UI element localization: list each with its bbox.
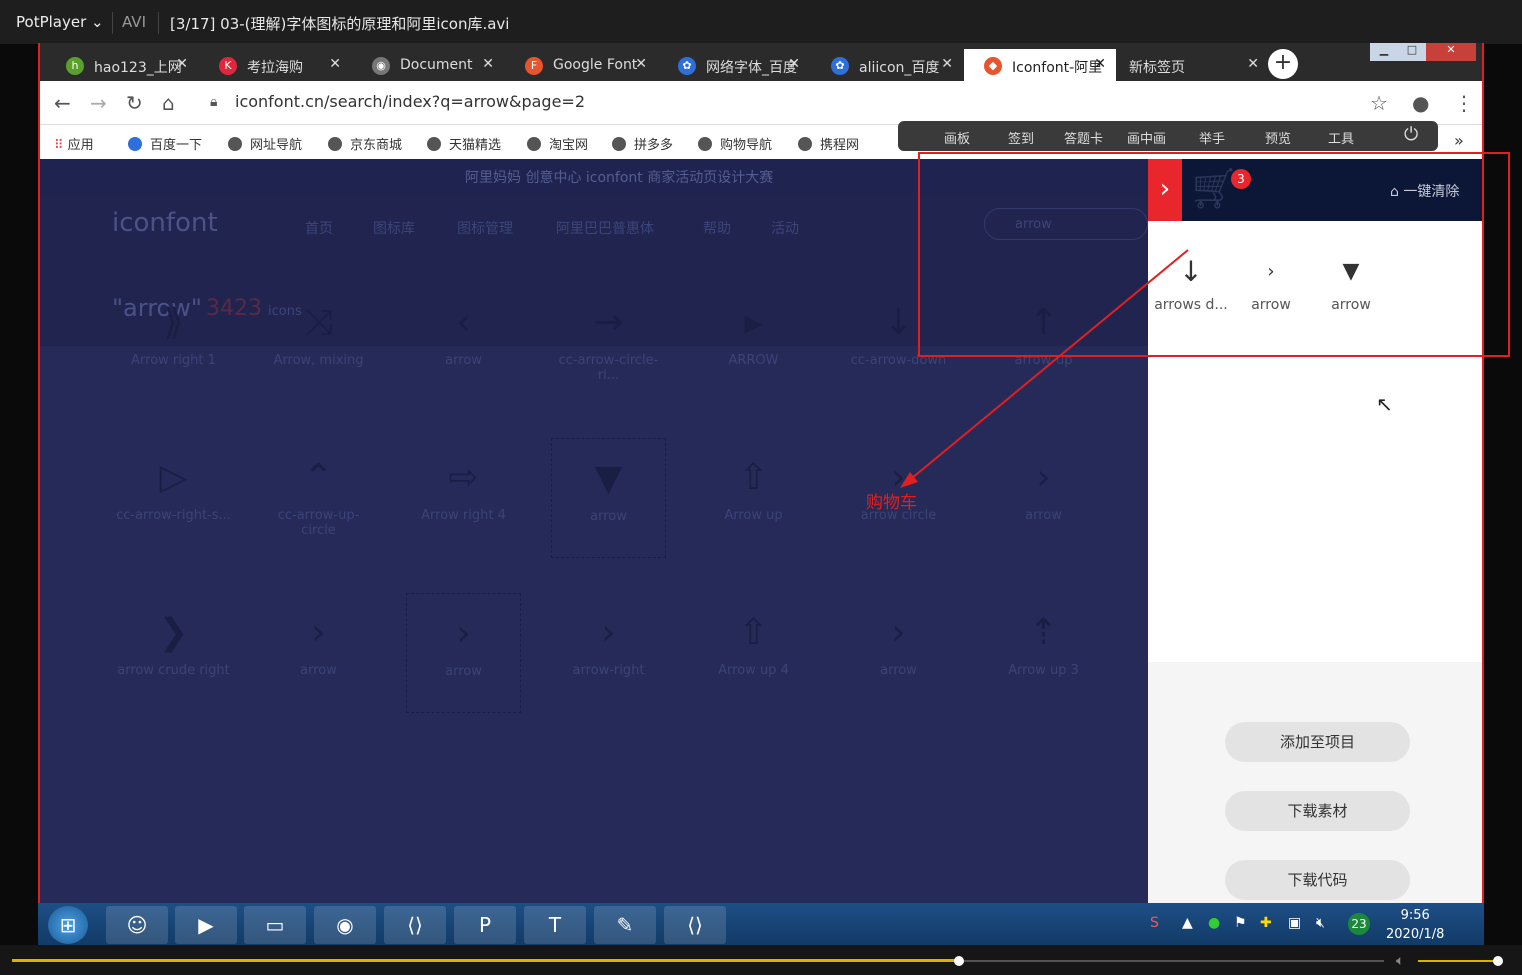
video-app-icon[interactable]: ▶ <box>175 906 237 944</box>
annotation-label: 购物车 <box>866 493 917 513</box>
notepad-icon[interactable]: ✎ <box>594 906 656 944</box>
clock-time: 9:56 <box>1400 908 1430 923</box>
mouse-cursor-icon: ↖ <box>1376 392 1393 416</box>
network-icon[interactable]: ● <box>1208 915 1220 931</box>
typora-icon[interactable]: T <box>524 906 586 944</box>
sogou-icon[interactable]: S <box>1150 915 1159 931</box>
vscode-icon-2[interactable]: ⟨⟩ <box>664 906 726 944</box>
volume-slider[interactable] <box>1418 960 1498 962</box>
windows-taskbar: ⊞ ☺ ▶ ▭ ◉ ⟨⟩ P T ✎ ⟨⟩ S ▲ ● ⚑ ✚ ▣ 🔇︎ 23 … <box>38 903 1484 946</box>
seek-bar-progress[interactable] <box>12 959 959 962</box>
folder-icon[interactable]: ▭ <box>244 906 306 944</box>
avatar-app-icon[interactable]: ☺ <box>106 906 168 944</box>
volume-icon[interactable]: 🔈︎ <box>1396 953 1404 969</box>
clock[interactable]: 9:56 2020/1/8 <box>1386 906 1444 944</box>
start-button[interactable]: ⊞ <box>48 906 88 944</box>
vscode-icon[interactable]: ⟨⟩ <box>384 906 446 944</box>
annotation-arrow <box>900 249 1189 488</box>
volume-handle[interactable] <box>1493 956 1503 966</box>
chrome-icon[interactable]: ◉ <box>314 906 376 944</box>
clock-date: 2020/1/8 <box>1386 927 1445 942</box>
flag-icon[interactable]: ⚑ <box>1234 915 1247 931</box>
seek-handle[interactable] <box>954 956 964 966</box>
screen: PotPlayer ⌄ AVI [3/17] 03-(理解)字体图标的原理和阿里… <box>0 0 1522 975</box>
volume-muted-icon[interactable]: 🔇︎ <box>1316 915 1325 931</box>
tray-expand-icon[interactable]: ▲ <box>1182 915 1193 931</box>
notification-badge[interactable]: 23 <box>1348 913 1370 935</box>
powerpoint-icon[interactable]: P <box>454 906 516 944</box>
seek-bar-remaining[interactable] <box>959 960 1384 962</box>
plus-icon[interactable]: ✚ <box>1260 915 1272 931</box>
display-icon[interactable]: ▣ <box>1288 915 1301 931</box>
